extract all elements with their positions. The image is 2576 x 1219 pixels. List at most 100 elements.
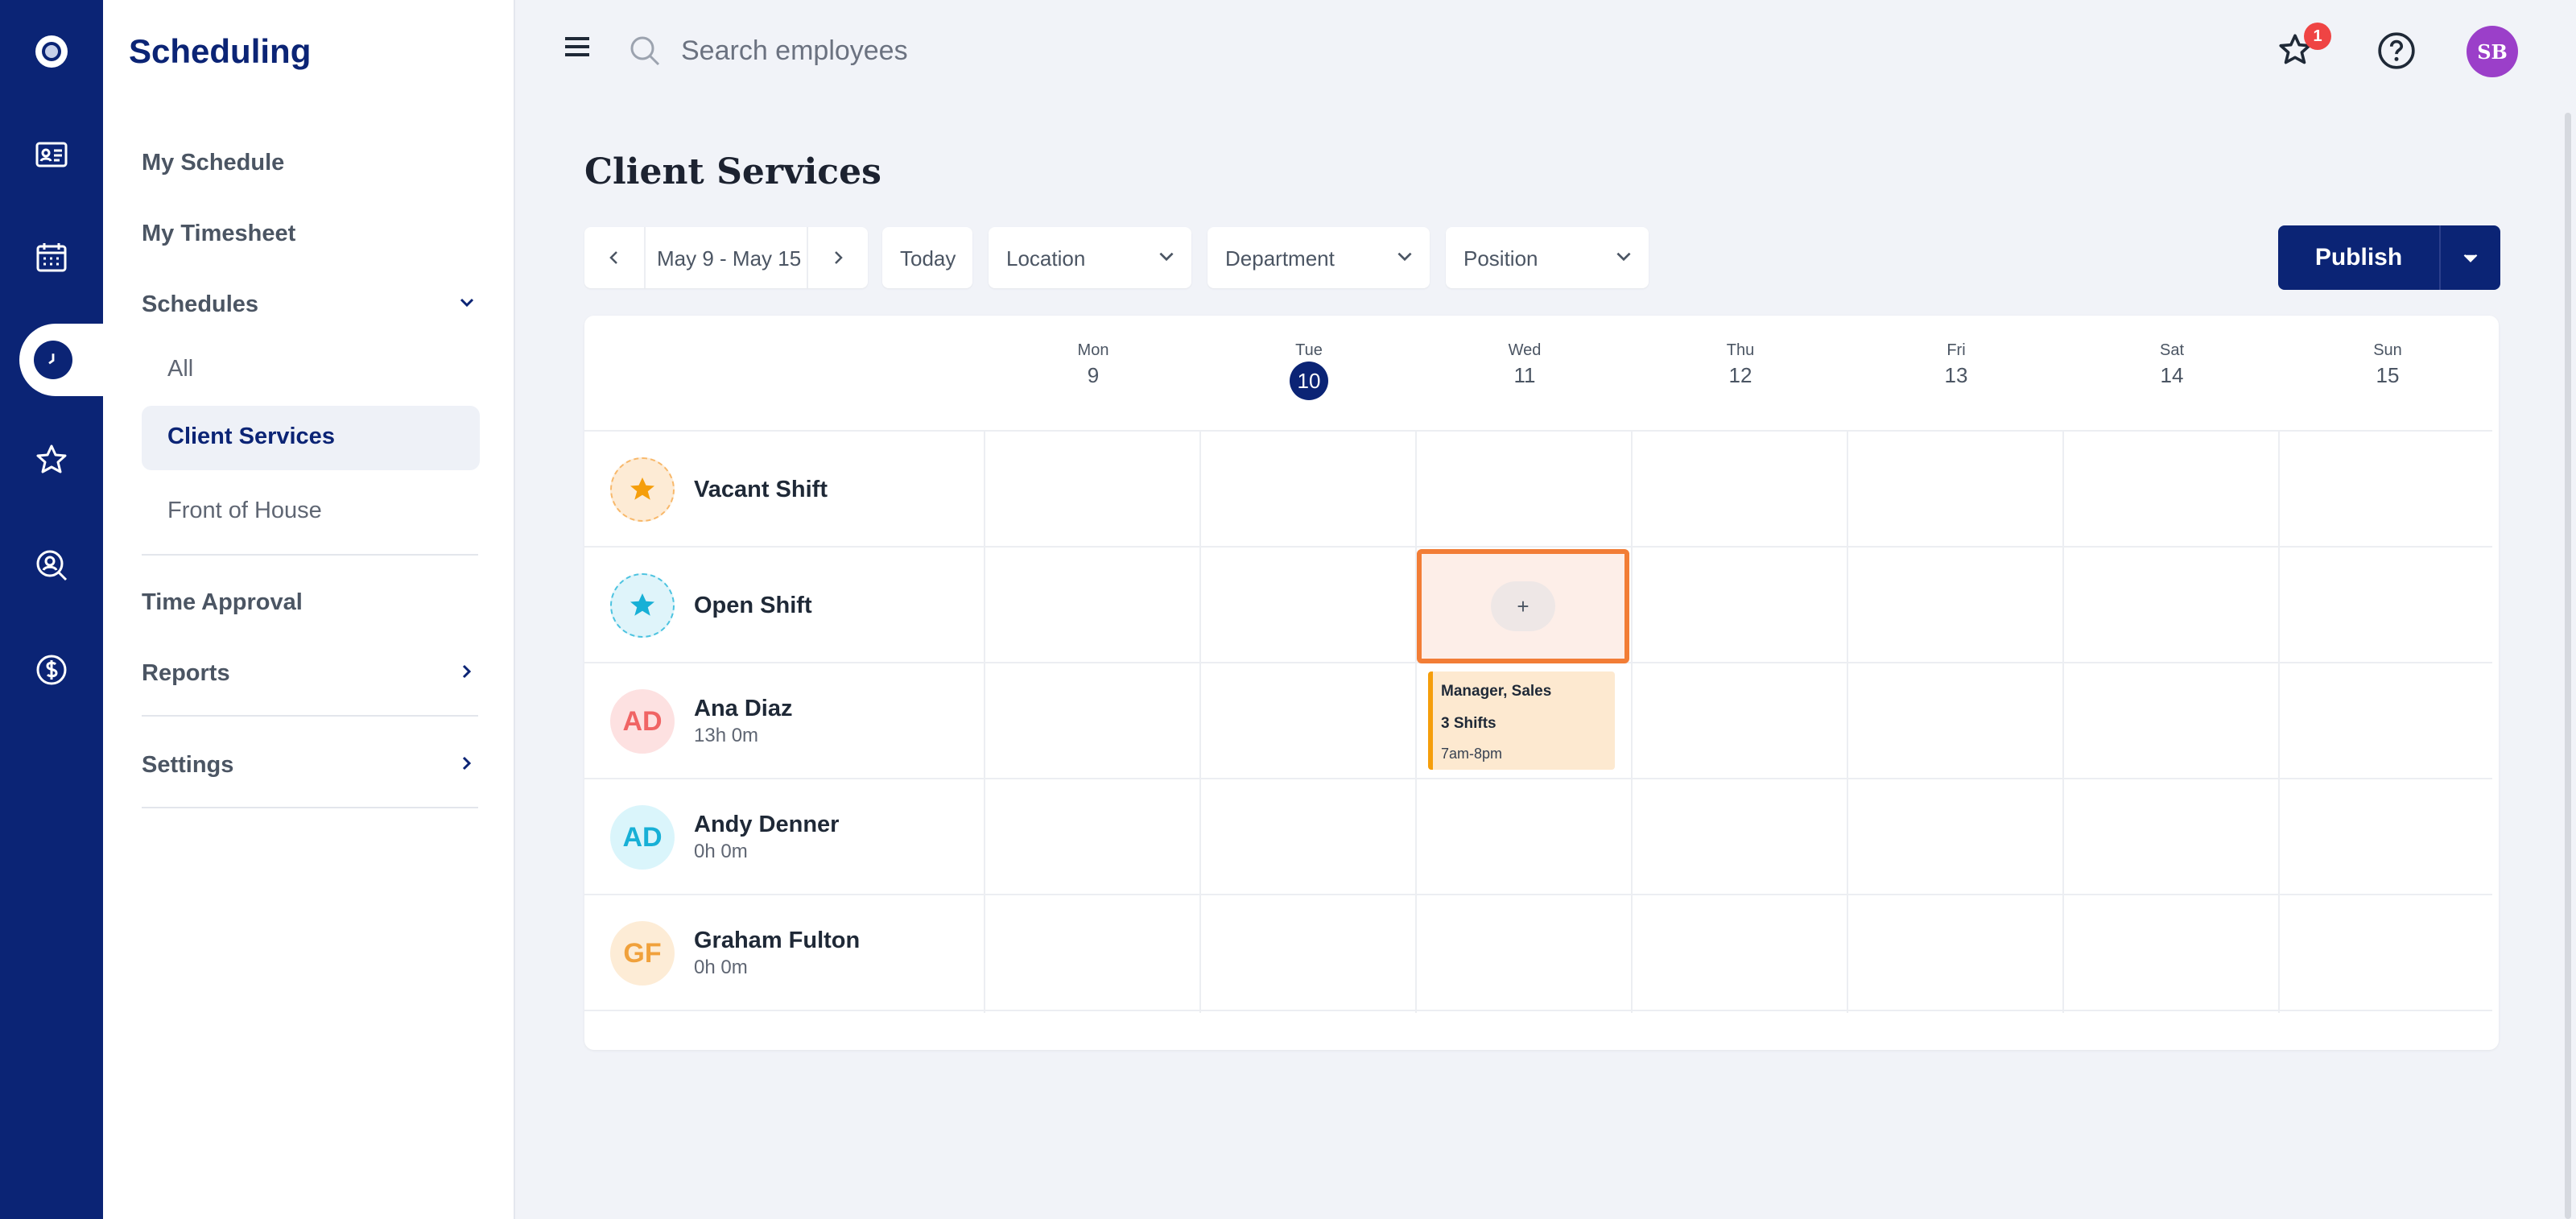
day-header-wed: Wed 11 <box>1476 341 1573 388</box>
hamburger-menu-icon[interactable] <box>564 35 591 58</box>
day-header-mon: Mon 9 <box>1045 341 1141 388</box>
employee-hours: 0h 0m <box>694 841 748 862</box>
icon-rail <box>0 0 103 1219</box>
day-header-thu: Thu 12 <box>1692 341 1789 388</box>
nav-my-schedule[interactable]: My Schedule <box>142 150 284 176</box>
today-button-label: Today <box>900 246 956 271</box>
page-scrollbar[interactable] <box>2565 113 2571 1219</box>
chevron-right-icon[interactable] <box>457 662 477 681</box>
employee-hours: 13h 0m <box>694 725 759 746</box>
open-shift-avatar <box>610 573 675 638</box>
nav-schedules[interactable]: Schedules <box>142 291 258 318</box>
search-person-icon[interactable] <box>0 522 103 609</box>
star-icon <box>630 477 654 500</box>
department-dropdown[interactable]: Department <box>1208 227 1430 288</box>
grid-line <box>1631 432 1633 1013</box>
chevron-down-icon <box>1616 252 1631 262</box>
add-shift-button[interactable]: + <box>1491 581 1555 631</box>
page-title: Client Services <box>584 151 881 192</box>
grid-line <box>584 546 2492 548</box>
nav-settings[interactable]: Settings <box>142 752 233 779</box>
grid-line <box>584 430 2492 432</box>
location-dropdown-label: Location <box>1006 246 1086 271</box>
employee-avatar: AD <box>610 805 675 870</box>
employee-avatar: GF <box>610 921 675 986</box>
app-logo-icon[interactable] <box>0 8 103 95</box>
date-range-navigator: May 9 - May 15 <box>584 227 868 288</box>
day-name: Sat <box>2159 341 2185 359</box>
user-avatar[interactable]: SB <box>2467 26 2518 77</box>
publish-options-button[interactable] <box>2441 225 2500 290</box>
employee-name[interactable]: Andy Denner <box>694 812 839 838</box>
grid-line <box>984 432 985 1013</box>
shift-card[interactable]: Manager, Sales 3 Shifts 7am-8pm <box>1428 671 1615 770</box>
grid-line <box>1199 432 1201 1013</box>
date-range-label[interactable]: May 9 - May 15 <box>657 246 801 271</box>
help-icon[interactable] <box>2376 31 2417 71</box>
id-card-icon[interactable] <box>0 111 103 198</box>
divider <box>142 715 478 717</box>
chevron-left-icon <box>609 251 617 264</box>
open-shift-wed-cell[interactable]: + <box>1417 549 1629 663</box>
row-name: Vacant Shift <box>694 477 828 502</box>
day-date: 13 <box>1944 363 1968 387</box>
grid-line <box>1415 432 1417 1013</box>
app-title: Scheduling <box>129 32 312 70</box>
today-date-badge: 10 <box>1290 362 1328 400</box>
position-dropdown[interactable]: Position <box>1446 227 1649 288</box>
schedule-grid: Mon 9 Tue 10 Wed 11 Thu 12 Fri 13 Sat 14… <box>584 316 2499 1050</box>
nav-schedules-all[interactable]: All <box>167 356 193 382</box>
calendar-icon[interactable] <box>0 214 103 301</box>
day-header-sat: Sat 14 <box>2124 341 2220 388</box>
search-icon <box>630 36 660 66</box>
divider <box>142 554 478 556</box>
day-header-sun: Sun 15 <box>2339 341 2436 388</box>
search-input[interactable] <box>681 31 1325 71</box>
employee-name[interactable]: Graham Fulton <box>694 928 860 954</box>
nav-time-approval[interactable]: Time Approval <box>142 589 303 616</box>
publish-button[interactable]: Publish <box>2278 225 2439 290</box>
day-date: 11 <box>1513 363 1536 387</box>
shift-count: 3 Shifts <box>1441 715 1496 732</box>
employee-name[interactable]: Ana Diaz <box>694 696 792 722</box>
chevron-down-icon <box>1159 252 1174 262</box>
employee-avatar: AD <box>610 689 675 754</box>
chevron-down-icon[interactable] <box>457 293 477 312</box>
shift-title: Manager, Sales <box>1441 683 1552 700</box>
sidebar: Scheduling My Schedule My Timesheet Sche… <box>103 0 515 1219</box>
dollar-icon[interactable] <box>0 626 103 713</box>
nav-my-timesheet[interactable]: My Timesheet <box>142 221 295 247</box>
chevron-down-icon <box>2463 254 2478 262</box>
rail-active-item[interactable] <box>19 324 103 396</box>
grid-line <box>584 778 2492 779</box>
star-icon <box>630 593 654 616</box>
position-dropdown-label: Position <box>1463 246 1538 271</box>
today-button[interactable]: Today <box>882 227 972 288</box>
nav-item-label: Client Services <box>167 424 335 449</box>
star-icon[interactable] <box>0 417 103 504</box>
shift-time: 7am-8pm <box>1441 746 1503 762</box>
divider <box>142 807 478 808</box>
day-name: Fri <box>1946 341 1966 359</box>
day-date: 12 <box>1728 363 1752 387</box>
day-date: 9 <box>1087 363 1100 387</box>
previous-week-button[interactable] <box>584 227 646 288</box>
publish-split-button: Publish <box>2278 225 2500 290</box>
nav-reports[interactable]: Reports <box>142 660 230 687</box>
location-dropdown[interactable]: Location <box>989 227 1191 288</box>
grid-line <box>2278 432 2280 1013</box>
notification-badge: 1 <box>2304 23 2331 50</box>
nav-schedules-client-services[interactable]: Client Services <box>142 406 480 470</box>
grid-line <box>2062 432 2064 1013</box>
day-header-fri: Fri 13 <box>1908 341 2004 388</box>
nav-schedules-front-of-house[interactable]: Front of House <box>167 498 322 524</box>
next-week-button[interactable] <box>807 227 868 288</box>
day-date: 14 <box>2160 363 2184 387</box>
chevron-right-icon[interactable] <box>457 754 477 773</box>
day-name: Sun <box>2373 341 2402 359</box>
day-header-tue: Tue 10 <box>1261 341 1357 400</box>
chevron-down-icon <box>1397 252 1412 262</box>
day-name: Wed <box>1508 341 1542 359</box>
day-name: Thu <box>1726 341 1755 359</box>
department-dropdown-label: Department <box>1225 246 1335 271</box>
